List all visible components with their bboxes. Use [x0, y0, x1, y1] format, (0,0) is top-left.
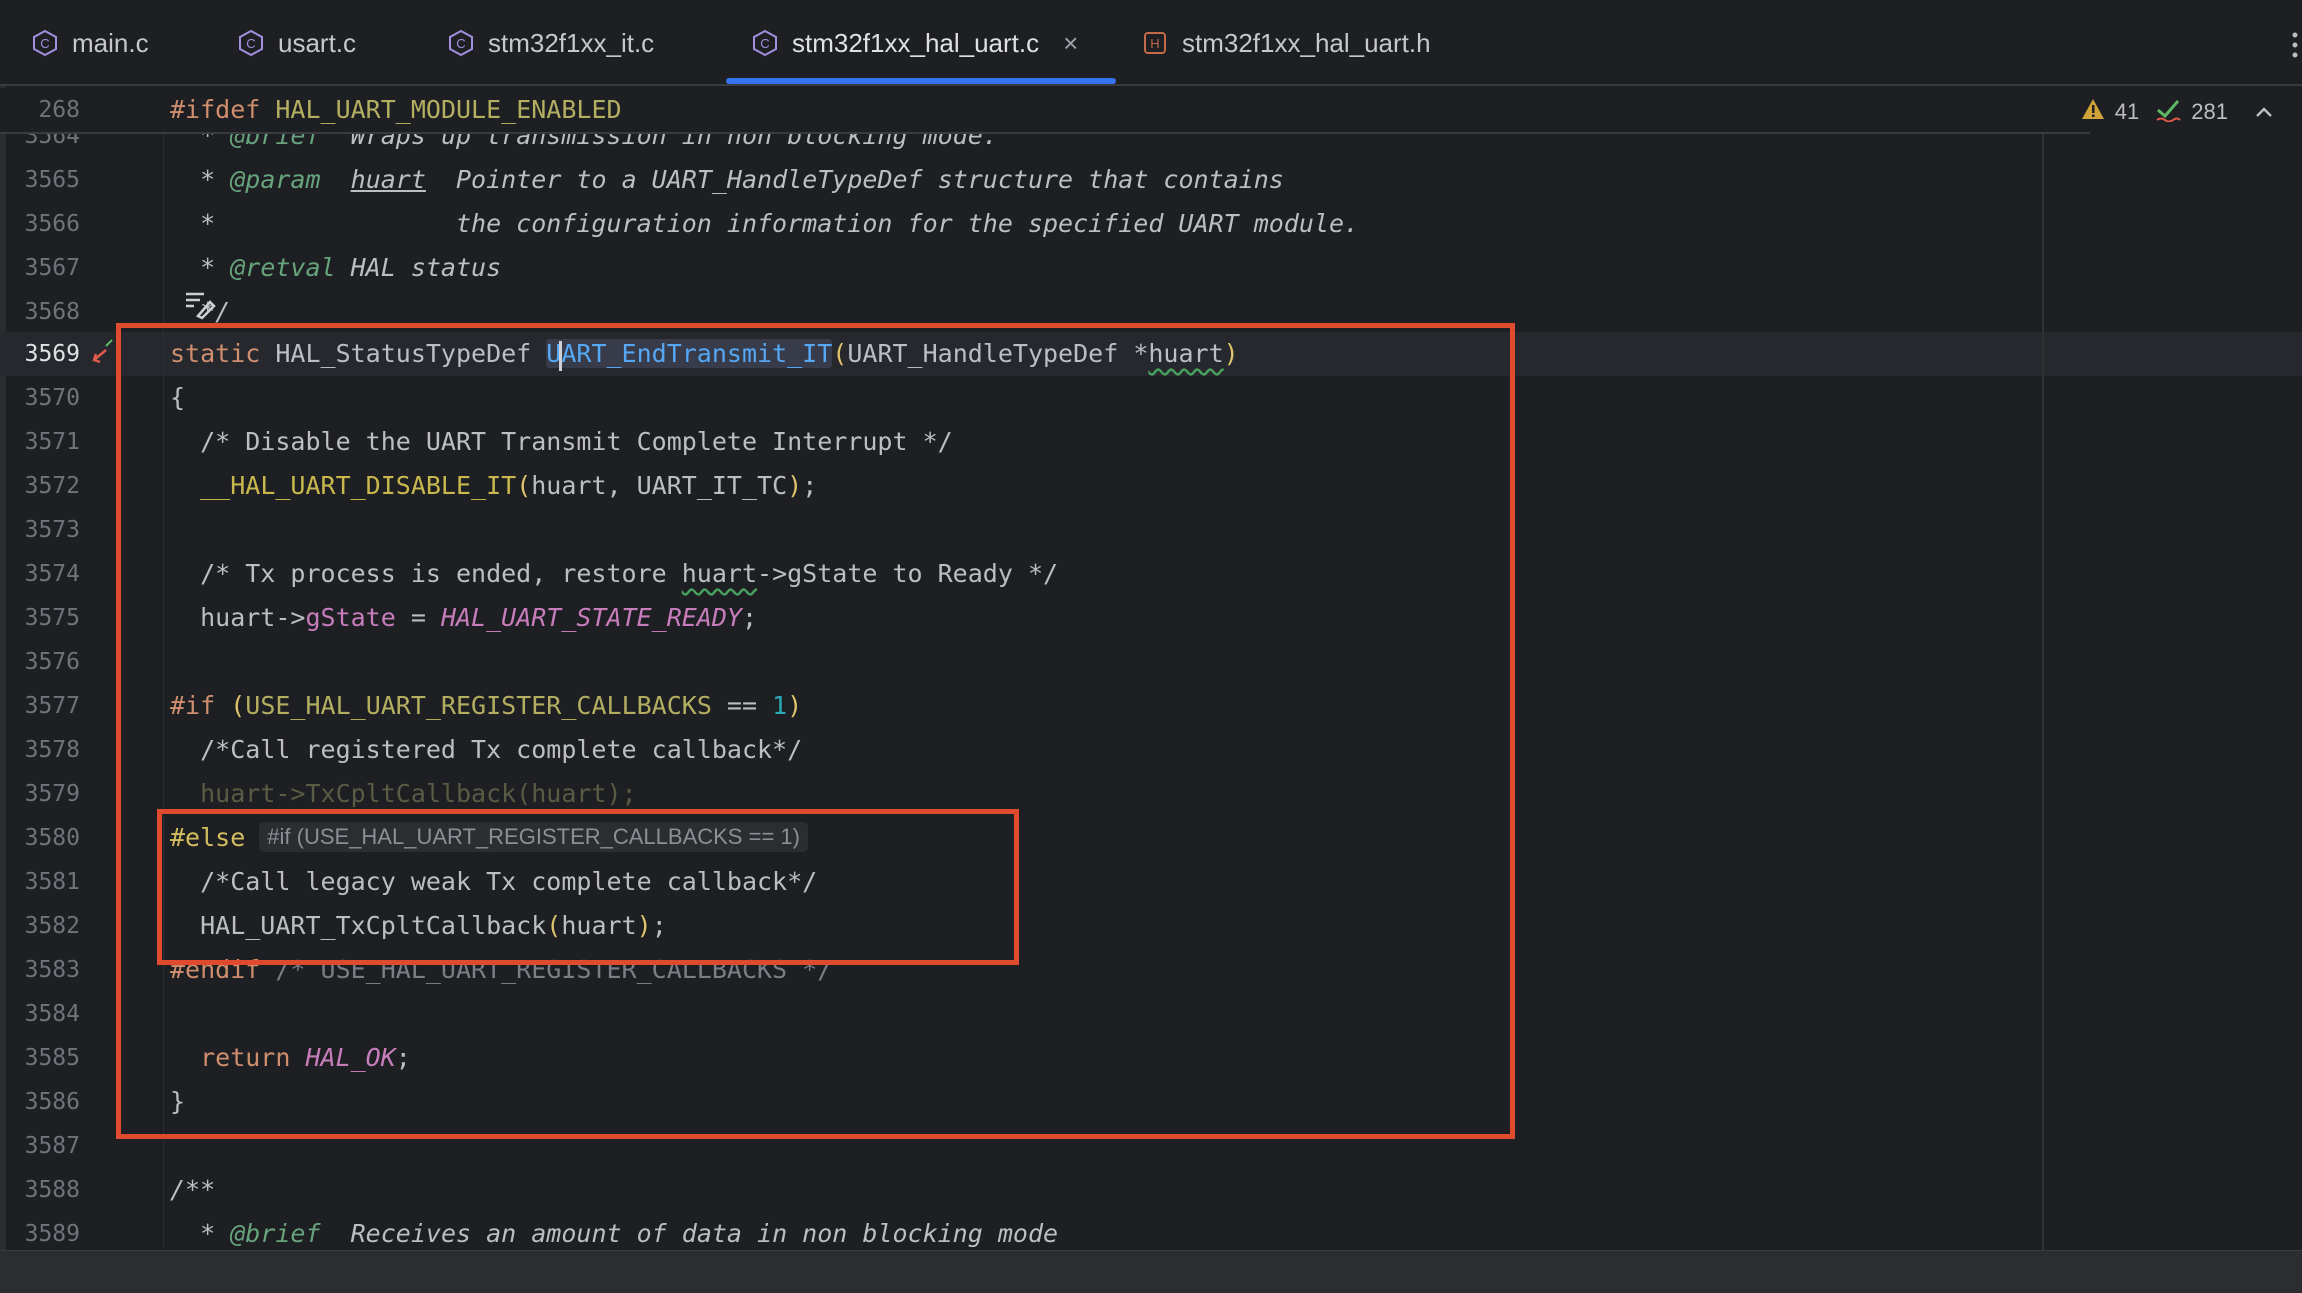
line-number: 3585	[24, 1045, 80, 1071]
line-number: 3570	[24, 385, 80, 411]
line-number: 3578	[24, 737, 80, 763]
svg-text:C: C	[40, 36, 49, 51]
line-number: 3583	[24, 957, 80, 983]
tab-usart-c[interactable]: C usart.c	[236, 0, 356, 86]
highlight-box-function	[116, 323, 1515, 1139]
h-file-icon: H	[1140, 28, 1170, 58]
line-number: 3582	[24, 913, 80, 939]
tab-main-c[interactable]: C main.c	[30, 0, 149, 86]
line-number: 3586	[24, 1089, 80, 1115]
sticky-scope-header[interactable]: 268 #ifdef HAL_UART_MODULE_ENABLED	[0, 88, 2090, 134]
line-number: 3575	[24, 605, 80, 631]
tab-label: stm32f1xx_hal_uart.h	[1182, 27, 1431, 58]
c-file-icon: C	[30, 28, 60, 58]
tab-stm32f1xx-hal-uart-h[interactable]: H stm32f1xx_hal_uart.h	[1140, 0, 1431, 86]
line-number: 3580	[24, 825, 80, 851]
code-text: * @param huart Pointer to a UART_HandleT…	[170, 165, 1284, 194]
line-number: 3574	[24, 561, 80, 587]
c-file-icon: C	[446, 28, 476, 58]
svg-text:C: C	[456, 36, 465, 51]
c-file-icon: C	[236, 28, 266, 58]
implementation-arrow-icon[interactable]	[90, 338, 116, 370]
line-number: 3573	[24, 517, 80, 543]
warning-count: 41	[2114, 99, 2140, 124]
code-line[interactable]: 3566 * the configuration information for…	[0, 202, 2302, 246]
more-tabs-icon[interactable]	[2288, 30, 2302, 60]
code-text: * the configuration information for the …	[170, 209, 1360, 238]
highlight-box-else-branch	[157, 809, 1019, 965]
code-line[interactable]: 3588 /**	[0, 1168, 2302, 1212]
code-text: /**	[170, 1175, 216, 1204]
render-doc-icon[interactable]	[184, 288, 216, 324]
code-line[interactable]: 3565 * @param huart Pointer to a UART_Ha…	[0, 158, 2302, 202]
line-number: 3567	[24, 255, 80, 281]
chevron-up-icon[interactable]	[2254, 99, 2274, 125]
warning-icon	[2081, 98, 2105, 126]
editor-tab-bar: C main.c C usart.c C stm32f1xx_it.c C st…	[0, 0, 2302, 86]
inspection-widget[interactable]: 41 281	[2081, 96, 2274, 128]
active-tab-indicator	[726, 78, 1116, 84]
line-number: 3581	[24, 869, 80, 895]
line-number: 3576	[24, 649, 80, 675]
tab-label: main.c	[72, 27, 149, 58]
line-number: 3571	[24, 429, 80, 455]
svg-text:H: H	[1150, 36, 1159, 51]
tab-label: usart.c	[278, 27, 357, 58]
tab-stm32f1xx-hal-uart-c[interactable]: C stm32f1xx_hal_uart.c ×	[750, 0, 1078, 86]
line-number: 3579	[24, 781, 80, 807]
code-line[interactable]: 3567 * @retval HAL status	[0, 246, 2302, 290]
line-number: 3565	[24, 167, 80, 193]
code-text: #ifdef HAL_UART_MODULE_ENABLED	[170, 95, 622, 124]
svg-text:C: C	[760, 36, 769, 51]
line-number: 3587	[24, 1133, 80, 1159]
tab-label: stm32f1xx_it.c	[488, 27, 655, 58]
svg-text:C: C	[246, 36, 255, 51]
tab-label: stm32f1xx_hal_uart.c	[792, 27, 1040, 58]
close-icon[interactable]: ×	[1063, 28, 1078, 59]
line-number: 3588	[24, 1177, 80, 1203]
line-number: 3577	[24, 693, 80, 719]
line-number: 3584	[24, 1001, 80, 1027]
code-text: * @retval HAL status	[170, 253, 502, 282]
check-icon	[2155, 96, 2181, 128]
line-number: 3572	[24, 473, 80, 499]
ok-count: 281	[2191, 99, 2228, 124]
line-number: 268	[38, 97, 80, 123]
tab-stm32f1xx-it-c[interactable]: C stm32f1xx_it.c	[446, 0, 654, 86]
line-number: 3569	[24, 341, 80, 367]
line-number: 3568	[24, 299, 80, 325]
c-file-icon: C	[750, 28, 780, 58]
line-number: 3566	[24, 211, 80, 237]
status-bar	[0, 1250, 2302, 1293]
